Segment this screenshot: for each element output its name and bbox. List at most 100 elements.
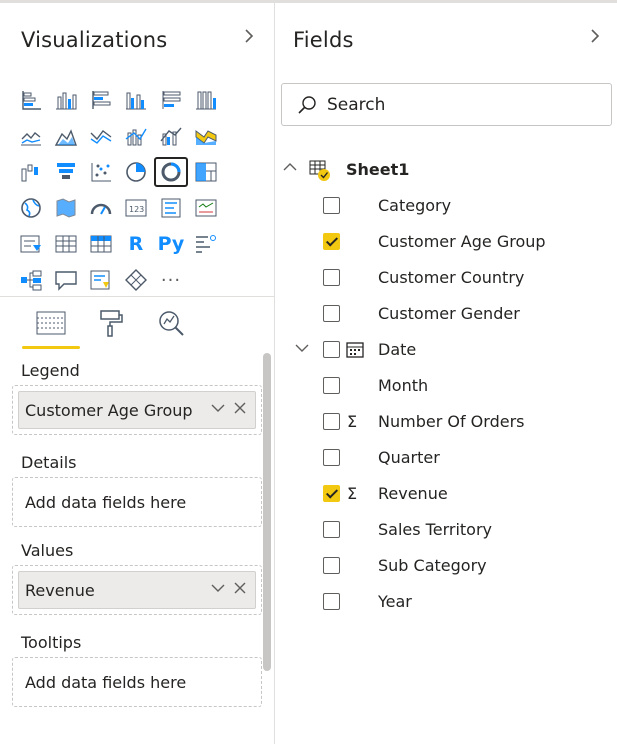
details-well-label: Details bbox=[21, 452, 77, 472]
qa-icon[interactable] bbox=[49, 265, 83, 295]
field-item[interactable]: Customer Country bbox=[276, 259, 617, 295]
chevron-down-icon[interactable] bbox=[211, 400, 225, 419]
chevron-right-icon[interactable] bbox=[243, 27, 255, 50]
details-well[interactable]: Add data fields here bbox=[12, 477, 262, 527]
table-node-sheet1[interactable]: Sheet1 bbox=[276, 151, 617, 187]
field-item[interactable]: Σ Number Of Orders bbox=[276, 403, 617, 439]
field-checkbox[interactable] bbox=[323, 304, 340, 322]
line-and-stacked-column-chart-icon[interactable] bbox=[119, 121, 153, 151]
field-checkbox[interactable] bbox=[323, 268, 340, 286]
field-label: Month bbox=[378, 375, 429, 395]
field-checkbox[interactable] bbox=[323, 376, 340, 394]
table-icon[interactable] bbox=[49, 229, 83, 259]
close-icon[interactable] bbox=[233, 580, 247, 599]
donut-chart-icon[interactable] bbox=[154, 157, 188, 187]
field-item[interactable]: Year bbox=[276, 583, 617, 619]
values-field-name: Revenue bbox=[25, 580, 95, 600]
key-influencers-icon[interactable] bbox=[189, 229, 223, 259]
field-label: Customer Age Group bbox=[378, 231, 546, 251]
field-item-date[interactable]: Date bbox=[276, 331, 617, 367]
ribbon-chart-icon[interactable] bbox=[189, 121, 223, 151]
stacked-area-chart-icon[interactable] bbox=[84, 121, 118, 151]
field-label: Year bbox=[378, 591, 412, 611]
area-chart-icon[interactable] bbox=[49, 121, 83, 151]
field-item[interactable]: Month bbox=[276, 367, 617, 403]
sigma-icon: Σ bbox=[347, 411, 358, 431]
field-item[interactable]: Σ Revenue bbox=[276, 475, 617, 511]
kpi-icon[interactable] bbox=[189, 193, 223, 223]
field-item[interactable]: Customer Age Group bbox=[276, 223, 617, 259]
field-item[interactable]: Customer Gender bbox=[276, 295, 617, 331]
stacked-bar-chart-icon[interactable] bbox=[14, 85, 48, 115]
search-input[interactable]: Search bbox=[281, 83, 612, 126]
multi-row-card-icon[interactable] bbox=[154, 193, 188, 223]
line-chart-icon[interactable] bbox=[14, 121, 48, 151]
100-stacked-column-chart-icon[interactable] bbox=[189, 85, 223, 115]
funnel-icon[interactable] bbox=[49, 157, 83, 187]
more-visuals-icon[interactable]: ··· bbox=[154, 265, 188, 295]
pie-chart-icon[interactable] bbox=[119, 157, 153, 187]
gauge-icon[interactable] bbox=[84, 193, 118, 223]
field-checkbox[interactable] bbox=[323, 592, 340, 610]
waterfall-chart-icon[interactable] bbox=[14, 157, 48, 187]
values-well[interactable]: Revenue bbox=[12, 565, 262, 615]
field-item[interactable]: Sub Category bbox=[276, 547, 617, 583]
chevron-down-icon[interactable] bbox=[211, 580, 225, 599]
field-label: Customer Country bbox=[378, 267, 525, 287]
scrollbar[interactable] bbox=[263, 353, 271, 671]
visual-gallery: 123 R Py ··· bbox=[14, 82, 264, 298]
card-icon[interactable]: 123 bbox=[119, 193, 153, 223]
fields-tab-icon[interactable] bbox=[21, 301, 81, 345]
field-item[interactable]: Sales Territory bbox=[276, 511, 617, 547]
filled-map-icon[interactable] bbox=[49, 193, 83, 223]
python-visual-icon[interactable]: Py bbox=[154, 229, 188, 259]
legend-well-label: Legend bbox=[21, 360, 80, 380]
clustered-column-chart-icon[interactable] bbox=[119, 85, 153, 115]
values-well-label: Values bbox=[21, 540, 74, 560]
map-icon[interactable] bbox=[14, 193, 48, 223]
treemap-icon[interactable] bbox=[189, 157, 223, 187]
chevron-up-icon[interactable] bbox=[283, 160, 297, 178]
line-and-clustered-column-chart-icon[interactable] bbox=[154, 121, 188, 151]
stacked-column-chart-icon[interactable] bbox=[49, 85, 83, 115]
search-placeholder: Search bbox=[327, 94, 386, 115]
legend-well[interactable]: Customer Age Group bbox=[12, 385, 262, 435]
values-field-pill[interactable]: Revenue bbox=[18, 571, 256, 609]
field-checkbox[interactable] bbox=[323, 484, 340, 502]
chevron-right-icon[interactable] bbox=[589, 27, 601, 50]
field-checkbox[interactable] bbox=[323, 232, 340, 250]
clustered-bar-chart-icon[interactable] bbox=[84, 85, 118, 115]
r-script-visual-icon[interactable]: R bbox=[119, 229, 153, 259]
search-icon bbox=[298, 95, 316, 114]
fields-title: Fields bbox=[293, 28, 354, 52]
100-stacked-bar-chart-icon[interactable] bbox=[154, 85, 188, 115]
visualizations-title: Visualizations bbox=[21, 28, 168, 52]
field-label: Date bbox=[378, 339, 417, 359]
decomposition-tree-icon[interactable] bbox=[14, 265, 48, 295]
analytics-tab-icon[interactable] bbox=[141, 301, 201, 345]
close-icon[interactable] bbox=[233, 400, 247, 419]
tooltips-well[interactable]: Add data fields here bbox=[12, 657, 262, 707]
slicer-icon[interactable] bbox=[14, 229, 48, 259]
field-label: Sub Category bbox=[378, 555, 487, 575]
field-checkbox[interactable] bbox=[323, 448, 340, 466]
power-apps-icon[interactable] bbox=[119, 265, 153, 295]
field-checkbox[interactable] bbox=[323, 556, 340, 574]
smart-narrative-icon[interactable] bbox=[84, 265, 118, 295]
field-item[interactable]: Category bbox=[276, 187, 617, 223]
field-checkbox[interactable] bbox=[323, 340, 340, 358]
chevron-down-icon[interactable] bbox=[295, 341, 309, 359]
field-checkbox[interactable] bbox=[323, 196, 340, 214]
scatter-chart-icon[interactable] bbox=[84, 157, 118, 187]
legend-field-name: Customer Age Group bbox=[25, 400, 193, 420]
visualization-subtabs bbox=[0, 301, 275, 351]
table-name: Sheet1 bbox=[346, 159, 410, 179]
field-checkbox[interactable] bbox=[323, 520, 340, 538]
fields-pane: Fields Search Sheet1 Category Customer A… bbox=[276, 3, 617, 744]
sigma-icon: Σ bbox=[347, 483, 358, 503]
format-tab-icon[interactable] bbox=[80, 301, 140, 345]
matrix-icon[interactable] bbox=[84, 229, 118, 259]
field-item[interactable]: Quarter bbox=[276, 439, 617, 475]
legend-field-pill[interactable]: Customer Age Group bbox=[18, 391, 256, 429]
field-checkbox[interactable] bbox=[323, 412, 340, 430]
